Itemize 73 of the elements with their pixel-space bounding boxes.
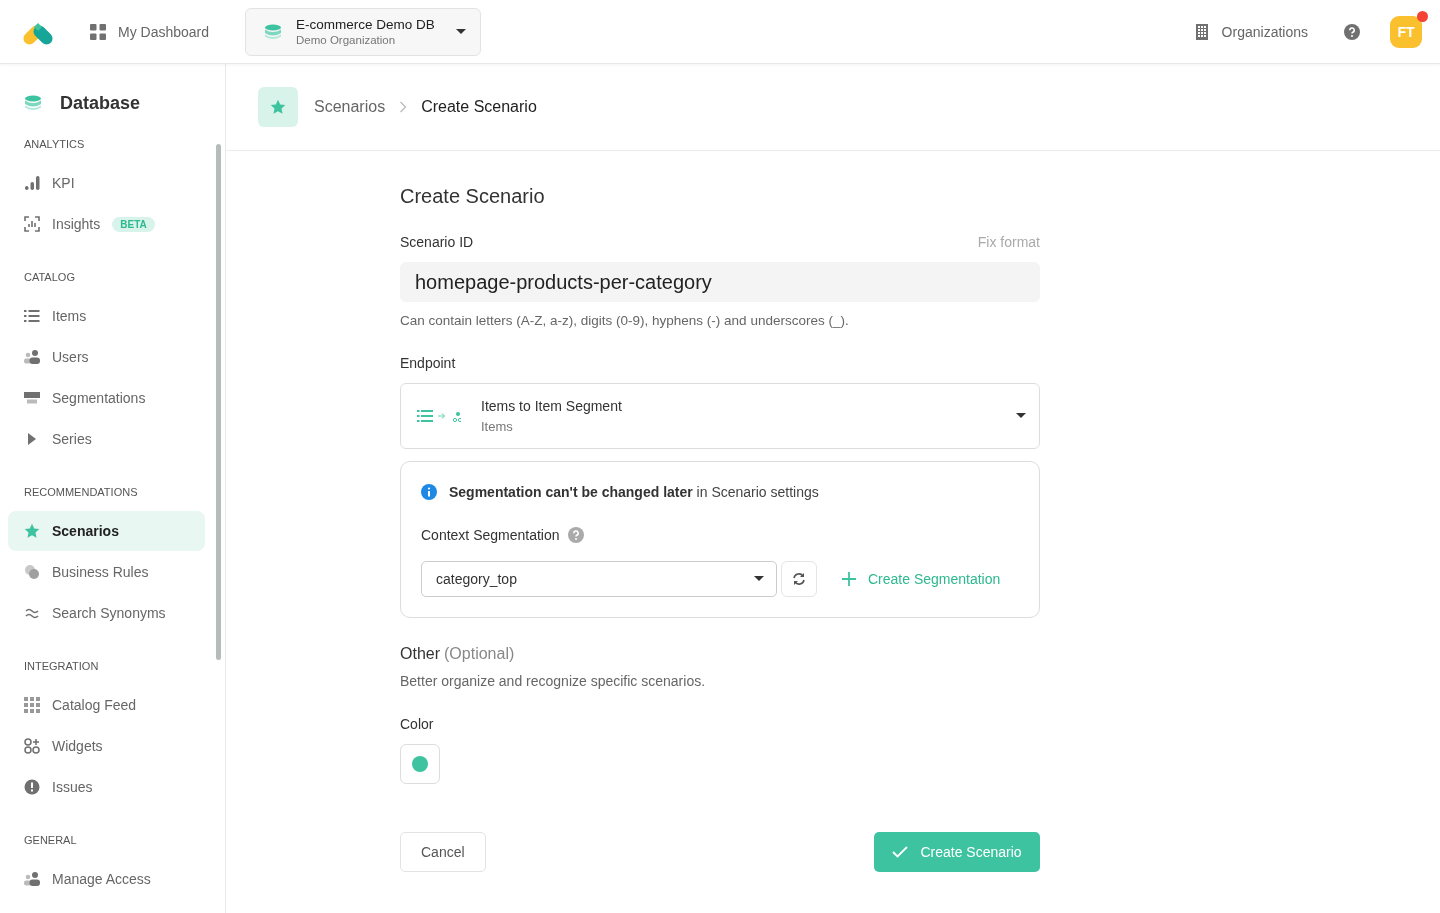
field-label: Scenario ID	[400, 234, 474, 250]
section-label: RECOMMENDATIONS	[23, 486, 139, 499]
caret-icon	[1016, 413, 1026, 419]
users-icon	[24, 871, 40, 887]
scrollbar[interactable]	[216, 144, 221, 660]
segment-icon	[24, 390, 40, 406]
sidebar-item[interactable]: Scenarios	[8, 511, 205, 551]
help-icon	[1344, 23, 1360, 40]
sidebar-item[interactable]: Insights BETA	[8, 204, 205, 244]
cancel-button[interactable]: Cancel	[400, 832, 486, 872]
organization-name: Demo Organization	[296, 34, 397, 46]
list-icon	[24, 308, 40, 324]
grid-icon	[90, 23, 106, 40]
bar-chart-icon	[24, 175, 40, 191]
plus-icon	[842, 572, 856, 586]
organizations-link[interactable]: Organizations	[1195, 23, 1308, 40]
sidebar-item[interactable]: Segmentations	[8, 378, 205, 418]
field-label: Endpoint	[400, 355, 457, 371]
sidebar-item[interactable]: Search Synonyms	[8, 593, 205, 633]
chevron-icon	[399, 101, 408, 113]
database-selector[interactable]: E-commerce Demo DB Demo Organization	[245, 7, 482, 56]
section-label: INTEGRATION	[23, 660, 100, 673]
sidebar-item[interactable]: Catalog Feed	[8, 685, 205, 725]
sidebar-item[interactable]: Items	[8, 296, 205, 336]
sidebar-item[interactable]: Series	[8, 419, 205, 459]
sidebar-title: Database	[60, 92, 141, 114]
sidebar-item[interactable]: Users	[8, 337, 205, 377]
dashboard-link[interactable]: My Dashboard	[90, 23, 210, 40]
grid-icon	[24, 697, 40, 713]
endpoint-name: Items to Item Segment	[481, 398, 623, 414]
refresh-button[interactable]	[781, 561, 817, 597]
database-icon	[264, 23, 283, 40]
form-title: Create Scenario	[400, 185, 546, 208]
info-icon	[421, 484, 437, 500]
sidebar-item[interactable]: Widgets	[8, 726, 205, 766]
segmentation-select[interactable]: category_top	[421, 561, 777, 597]
help-icon	[567, 527, 584, 543]
beta-badge: BETA	[112, 216, 155, 232]
caret-icon	[754, 576, 764, 582]
caret-icon	[456, 28, 467, 35]
sidebar-item[interactable]: KPI	[8, 163, 205, 203]
section-label: CATALOG	[23, 271, 76, 284]
sidebar-item[interactable]: Manage Access	[8, 859, 205, 899]
section-title: Other	[400, 645, 440, 662]
hint-text: Can contain letters (A-Z, a-z), digits (0-9), hyphens (-) and underscores (_).	[400, 313, 850, 328]
users-icon	[24, 349, 40, 365]
database-name: E-commerce Demo DB	[296, 17, 436, 32]
overlapping-circles-icon	[24, 564, 40, 580]
widgets-icon	[24, 738, 40, 754]
check-icon	[892, 846, 909, 858]
optional-label: (Optional)	[444, 645, 515, 662]
list-to-segment-icon	[417, 410, 461, 422]
field-label: Context Segmentation	[421, 527, 560, 543]
help-button[interactable]	[1344, 23, 1360, 40]
scan-chart-icon	[24, 216, 40, 232]
building-icon	[1195, 23, 1208, 40]
section-description: Better organize and recognize specific scenarios.	[400, 673, 707, 689]
section-label: GENERAL	[23, 834, 78, 847]
notice-text: Segmentation can't be changed later in Scenario settings	[449, 484, 819, 500]
endpoint-select[interactable]: Items to Item Segment Items	[400, 383, 1040, 449]
section-label: ANALYTICS	[23, 138, 86, 151]
breadcrumb-link[interactable]: Create Scenario	[421, 98, 537, 116]
star-icon	[24, 523, 40, 539]
field-label: Color	[400, 716, 435, 732]
refresh-icon	[792, 572, 806, 586]
sidebar-item[interactable]: Issues	[8, 767, 205, 807]
sidebar-item[interactable]: Business Rules	[8, 552, 205, 592]
database-icon	[24, 95, 42, 111]
endpoint-subtitle: Items	[481, 419, 514, 434]
breadcrumb-link[interactable]: Scenarios	[314, 98, 386, 116]
scenario-id-field[interactable]: homepage-products-per-category	[400, 262, 1040, 302]
color-picker[interactable]	[400, 744, 440, 784]
alert-icon	[24, 779, 40, 795]
